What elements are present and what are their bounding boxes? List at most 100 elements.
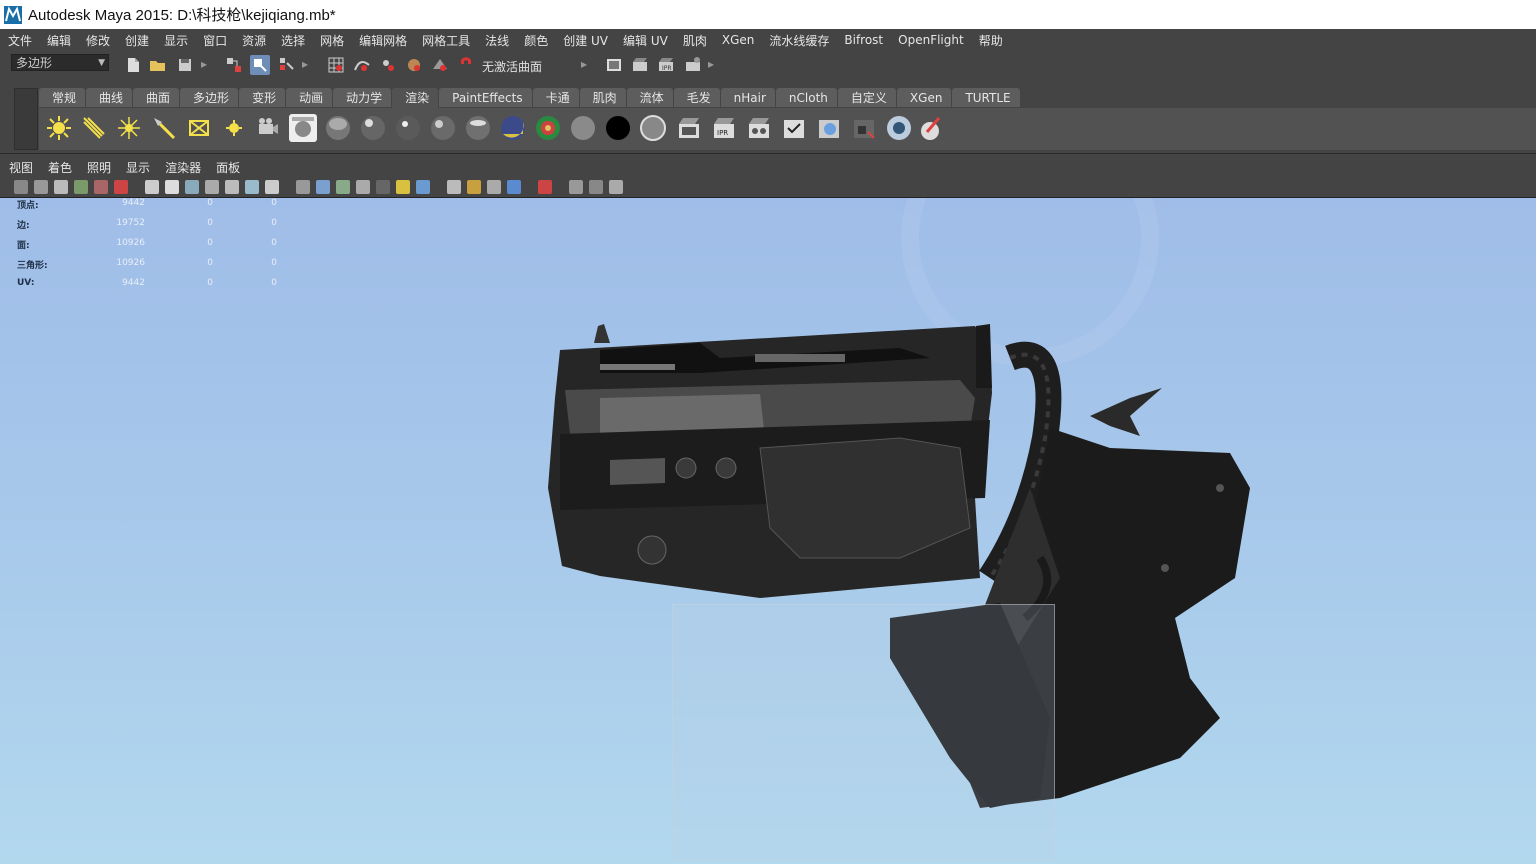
field-chart-icon[interactable] [225,180,239,194]
ipr-render-icon[interactable]: IPR [656,55,676,75]
menu-create-uv[interactable]: 创建 UV [555,32,615,49]
tab-surfaces[interactable]: 曲面 [133,88,180,107]
shadows-icon[interactable] [416,180,430,194]
snap-to-grid-icon[interactable] [326,55,346,75]
select-by-hierarchy-icon[interactable] [224,55,244,75]
share-view-icon[interactable] [609,180,623,194]
grease-pencil-icon[interactable] [114,180,128,194]
render-settings-icon[interactable] [683,55,703,75]
panel-menu-lighting[interactable]: 照明 [78,159,117,176]
safe-action-icon[interactable] [245,180,259,194]
snap-to-curve-icon[interactable] [352,55,372,75]
ramp-shader-icon[interactable] [534,114,562,142]
menu-edit[interactable]: 编辑 [39,32,78,49]
select-by-component-icon[interactable] [277,55,297,75]
menu-mesh-tools[interactable]: 网格工具 [414,32,477,49]
anisotropic-icon[interactable] [464,114,492,142]
make-live-icon[interactable] [430,55,450,75]
menu-help[interactable]: 帮助 [971,32,1010,49]
volume-light-icon[interactable] [220,114,248,142]
mental-ray-icon[interactable] [885,114,913,142]
batch-render-icon[interactable] [745,114,773,142]
tab-deformation[interactable]: 变形 [239,88,286,107]
motion-blur-icon[interactable] [467,180,481,194]
tab-fluids[interactable]: 流体 [626,88,673,107]
menu-assets[interactable]: 资源 [234,32,273,49]
menu-file[interactable]: 文件 [0,32,39,49]
xray-icon[interactable] [356,180,370,194]
panel-menu-panels[interactable]: 面板 [207,159,246,176]
new-scene-icon[interactable] [123,55,143,75]
textured-icon[interactable] [376,180,390,194]
layered-shader-icon[interactable] [499,114,527,142]
shading-map-icon[interactable] [639,114,667,142]
tab-general[interactable]: 常规 [39,88,86,107]
panel-menu-renderer[interactable]: 渲染器 [156,159,207,176]
menu-edit-mesh[interactable]: 编辑网格 [351,32,414,49]
tab-rendering[interactable]: 渲染 [392,88,439,108]
phong-e-icon[interactable] [429,114,457,142]
isolate-select-icon[interactable] [538,180,552,194]
tab-polygons[interactable]: 多边形 [180,88,239,107]
bookmarks-icon[interactable] [54,180,68,194]
tab-ncloth[interactable]: nCloth [775,88,837,107]
menu-modify[interactable]: 修改 [78,32,117,49]
area-light-icon[interactable] [185,114,213,142]
safe-title-icon[interactable] [265,180,279,194]
screen-space-ao-icon[interactable] [447,180,461,194]
use-background-icon[interactable] [604,114,632,142]
menu-xgen[interactable]: XGen [714,33,762,47]
tab-curves[interactable]: 曲线 [86,88,133,107]
xray-joints-icon[interactable] [569,180,583,194]
menu-bifrost[interactable]: Bifrost [836,33,890,47]
lambert-icon[interactable] [324,114,352,142]
menu-color[interactable]: 颜色 [516,32,555,49]
two-d-pan-zoom-icon[interactable] [94,180,108,194]
grid-icon[interactable] [145,180,159,194]
xray-active-components-icon[interactable] [589,180,603,194]
tab-custom[interactable]: 自定义 [837,88,896,107]
open-scene-icon[interactable] [148,55,168,75]
snap-to-view-plane-icon[interactable] [404,55,424,75]
menu-muscle[interactable]: 肌肉 [675,32,714,49]
shelf-options-handle[interactable] [14,88,38,150]
viewport-3d[interactable]: 顶点: 9442 0 0 边: 19752 0 0 面: 10926 0 0 三角形: 10926 0… [0,198,1536,864]
resolution-gate-icon[interactable] [185,180,199,194]
blinn-icon[interactable] [359,114,387,142]
paint-brush-icon[interactable] [917,114,945,142]
smooth-shade-icon[interactable] [316,180,330,194]
image-plane-icon[interactable] [74,180,88,194]
menu-pipeline-cache[interactable]: 流水线缓存 [761,32,836,49]
snap-to-point-icon[interactable] [378,55,398,75]
render-view-icon[interactable] [604,55,624,75]
tab-painteffects[interactable]: PaintEffects [439,88,532,107]
magnet-icon[interactable] [456,55,476,75]
panel-menu-view[interactable]: 视图 [0,159,39,176]
menu-openflight[interactable]: OpenFlight [890,33,971,47]
menu-display[interactable]: 显示 [156,32,195,49]
save-scene-icon[interactable] [175,55,195,75]
menu-normals[interactable]: 法线 [477,32,516,49]
hypershade-icon[interactable] [289,114,317,142]
texture-reference-icon[interactable] [850,114,878,142]
tab-turtle[interactable]: TURTLE [952,88,1020,107]
tab-toon[interactable]: 卡通 [532,88,579,107]
render-settings-shelf-icon[interactable] [780,114,808,142]
tab-fur[interactable]: 毛发 [673,88,720,107]
select-camera-icon[interactable] [14,180,28,194]
render-layer-icon[interactable] [815,114,843,142]
wireframe-on-shaded-icon[interactable] [336,180,350,194]
menu-window[interactable]: 窗口 [195,32,234,49]
use-all-lights-icon[interactable] [396,180,410,194]
tab-animation[interactable]: 动画 [286,88,333,107]
point-light-icon[interactable] [115,114,143,142]
render-current-icon[interactable] [675,114,703,142]
camera-attributes-icon[interactable] [34,180,48,194]
menu-create[interactable]: 创建 [117,32,156,49]
select-by-object-type-icon[interactable] [250,55,270,75]
menu-select[interactable]: 选择 [273,32,312,49]
surface-shader-icon[interactable] [569,114,597,142]
panel-menu-shading[interactable]: 着色 [39,159,78,176]
wireframe-icon[interactable] [296,180,310,194]
multisample-aa-icon[interactable] [487,180,501,194]
